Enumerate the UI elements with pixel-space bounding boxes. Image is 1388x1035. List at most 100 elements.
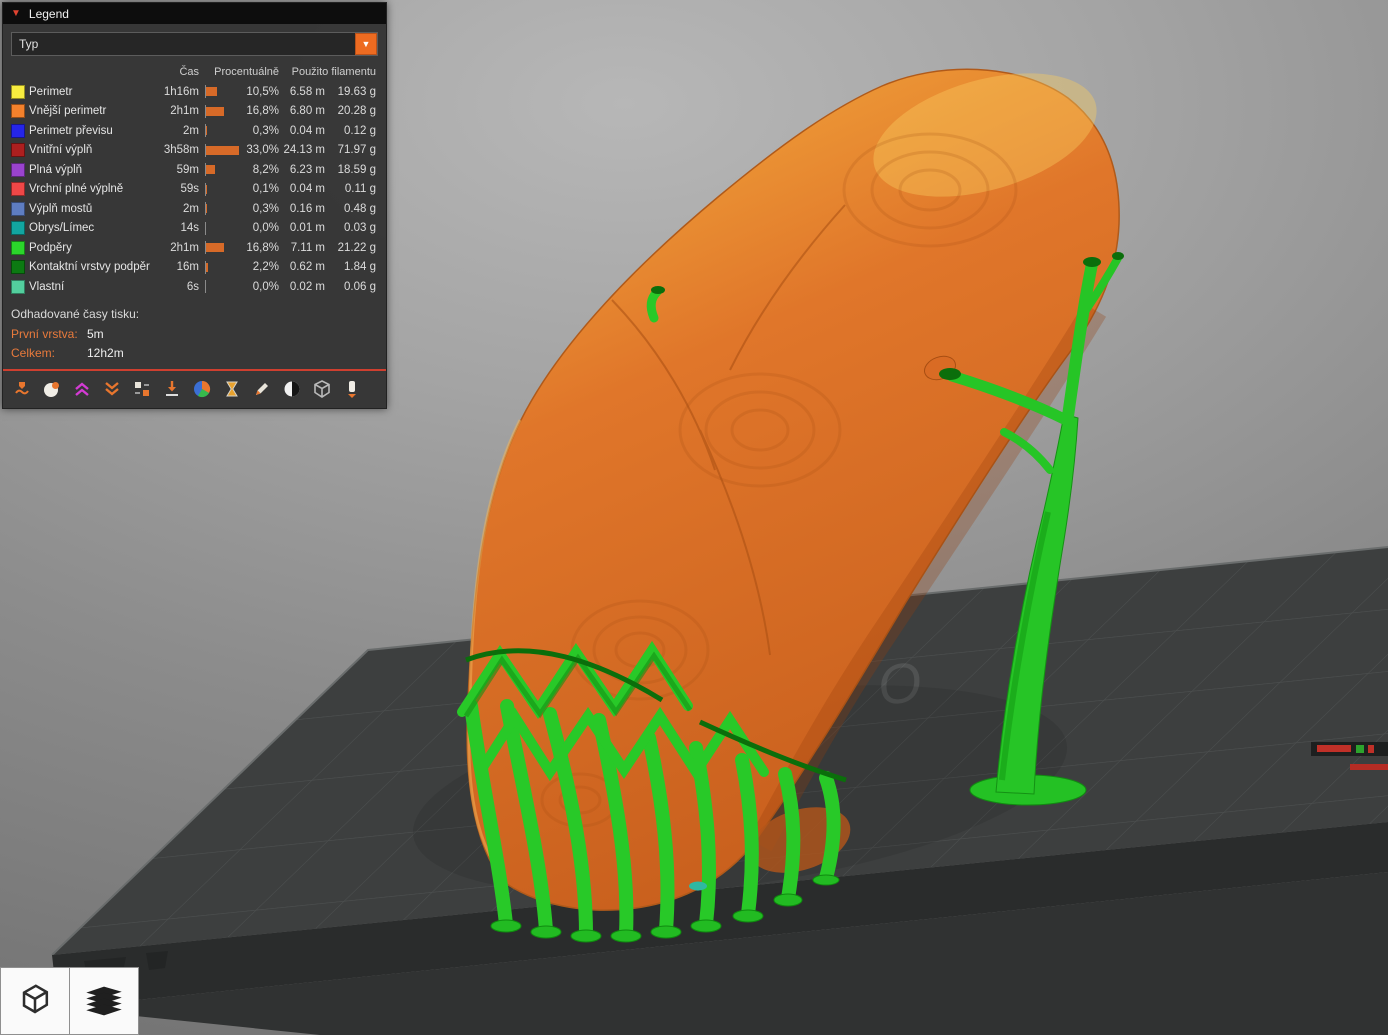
feature-time: 3h58m <box>159 144 199 156</box>
percent-bar <box>206 146 239 155</box>
feature-time: 2m <box>159 203 199 215</box>
view-mode-toggle <box>0 967 139 1035</box>
feature-percent: 10,5% <box>239 86 279 98</box>
estimate-value: 5m <box>87 327 378 341</box>
feature-weight: 1.84 g <box>325 261 376 273</box>
feature-percent: 0,3% <box>239 203 279 215</box>
legend-row[interactable]: Vnější perimetr 2h1m 16,8% 6.80 m 20.28 … <box>3 102 386 122</box>
layers-preview-icon <box>76 974 132 1028</box>
feature-percent: 33,0% <box>239 144 279 156</box>
feature-color-swatch <box>11 85 25 99</box>
cube-icon[interactable] <box>311 378 333 400</box>
percent-bar-cell <box>205 222 239 235</box>
estimate-value: 12h2m <box>87 346 378 360</box>
feature-length: 6.23 m <box>279 164 325 176</box>
estimates-heading: Odhadované časy tisku: <box>11 307 378 321</box>
feature-length: 0.62 m <box>279 261 325 273</box>
legend-header[interactable]: ▼ Legend <box>3 3 386 24</box>
shells-icon[interactable] <box>281 378 303 400</box>
legend-row[interactable]: Plná výplň 59m 8,2% 6.23 m 18.59 g <box>3 160 386 180</box>
tool-changes-icon[interactable] <box>131 378 153 400</box>
retractions-icon[interactable] <box>71 378 93 400</box>
feature-color-swatch <box>11 143 25 157</box>
legend-row[interactable]: Podpěry 2h1m 16,8% 7.11 m 21.22 g <box>3 238 386 258</box>
feature-label: Plná výplň <box>29 164 159 176</box>
chevron-down-icon: ▼ <box>355 33 377 55</box>
pause-prints-icon[interactable] <box>221 378 243 400</box>
seams-icon[interactable] <box>41 378 63 400</box>
feature-label: Perimetr <box>29 86 159 98</box>
legend-panel: ▼ Legend Typ ▼ Čas Procentuálně Použito … <box>2 2 387 409</box>
percent-bar <box>206 204 207 213</box>
feature-color-swatch <box>11 280 25 294</box>
percent-bar-cell <box>205 85 239 98</box>
feature-percent: 2,2% <box>239 261 279 273</box>
percent-bar-cell <box>205 202 239 215</box>
feature-time: 2h1m <box>159 105 199 117</box>
deretractions-icon[interactable] <box>101 378 123 400</box>
feature-label: Vnější perimetr <box>29 105 159 117</box>
feature-weight: 21.22 g <box>325 242 376 254</box>
feature-length: 0.02 m <box>279 281 325 293</box>
feature-label: Výplň mostů <box>29 203 159 215</box>
percent-bar-cell <box>205 261 239 274</box>
feature-time: 2h1m <box>159 242 199 254</box>
feature-percent: 0,0% <box>239 222 279 234</box>
feature-time: 1h16m <box>159 86 199 98</box>
feature-color-swatch <box>11 221 25 235</box>
feature-length: 24.13 m <box>279 144 325 156</box>
preview-view-button[interactable] <box>70 967 139 1035</box>
3d-editor-icon <box>7 974 63 1028</box>
feature-color-swatch <box>11 202 25 216</box>
legend-row[interactable]: Výplň mostů 2m 0,3% 0.16 m 0.48 g <box>3 199 386 219</box>
feature-label: Kontaktní vrstvy podpěr <box>29 261 159 273</box>
feature-label: Vrchní plné výplně <box>29 183 159 195</box>
color-print-icon[interactable] <box>191 378 213 400</box>
estimate-label: Celkem: <box>11 346 87 360</box>
percent-bar-cell <box>205 163 239 176</box>
feature-label: Podpěry <box>29 242 159 254</box>
legend-row[interactable]: Kontaktní vrstvy podpěr 16m 2,2% 0.62 m … <box>3 258 386 278</box>
feature-length: 0.01 m <box>279 222 325 234</box>
feature-label: Vlastní <box>29 281 159 293</box>
feature-weight: 0.48 g <box>325 203 376 215</box>
feature-length: 7.11 m <box>279 242 325 254</box>
feature-time: 6s <box>159 281 199 293</box>
feature-time: 16m <box>159 261 199 273</box>
feature-time: 14s <box>159 222 199 234</box>
estimate-row: Celkem: 12h2m <box>3 344 386 363</box>
feature-weight: 0.06 g <box>325 281 376 293</box>
legend-row[interactable]: Vnitřní výplň 3h58m 33,0% 24.13 m 71.97 … <box>3 141 386 161</box>
collapse-icon: ▼ <box>11 9 21 19</box>
feature-color-swatch <box>11 124 25 138</box>
table-header: Čas Procentuálně Použito filamentu <box>3 62 386 82</box>
feature-time: 2m <box>159 125 199 137</box>
view-type-value: Typ <box>19 37 38 51</box>
feature-percent: 0,0% <box>239 281 279 293</box>
legend-row[interactable]: Perimetr 1h16m 10,5% 6.58 m 19.63 g <box>3 82 386 102</box>
tool-marker-icon[interactable] <box>341 378 363 400</box>
legend-row[interactable]: Vrchní plné výplně 59s 0,1% 0.04 m 0.11 … <box>3 180 386 200</box>
editor-view-button[interactable] <box>0 967 70 1035</box>
feature-label: Obrys/Límec <box>29 222 159 234</box>
color-changes-icon[interactable] <box>161 378 183 400</box>
feature-length: 0.04 m <box>279 183 325 195</box>
percent-bar-cell <box>205 105 239 118</box>
feature-color-swatch <box>11 163 25 177</box>
feature-label: Perimetr převisu <box>29 125 159 137</box>
print-head-icon[interactable] <box>11 378 33 400</box>
legend-row[interactable]: Obrys/Límec 14s 0,0% 0.01 m 0.03 g <box>3 219 386 239</box>
feature-time: 59s <box>159 183 199 195</box>
legend-toolbar <box>3 371 386 408</box>
percent-bar <box>206 87 217 96</box>
custom-gcode-icon[interactable] <box>251 378 273 400</box>
legend-row[interactable]: Perimetr převisu 2m 0,3% 0.04 m 0.12 g <box>3 121 386 141</box>
legend-row[interactable]: Vlastní 6s 0,0% 0.02 m 0.06 g <box>3 277 386 297</box>
feature-time: 59m <box>159 164 199 176</box>
legend-title: Legend <box>29 7 69 21</box>
view-type-dropdown[interactable]: Typ ▼ <box>11 32 378 56</box>
feature-color-swatch <box>11 260 25 274</box>
percent-bar-cell <box>205 183 239 196</box>
feature-color-swatch <box>11 104 25 118</box>
percent-bar-cell <box>205 124 239 137</box>
